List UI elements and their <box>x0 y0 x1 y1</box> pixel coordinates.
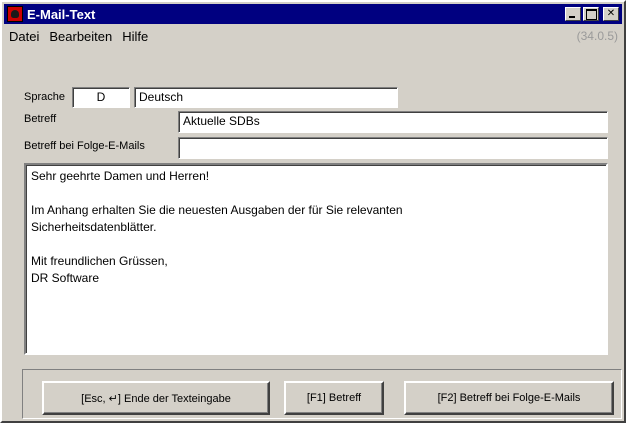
betreff-label: Betreff <box>24 113 57 125</box>
email-body-textarea[interactable]: Sehr geehrte Damen und Herren! Im Anhang… <box>24 163 608 355</box>
menu-datei[interactable]: Datei <box>4 29 44 44</box>
menu-bearbeiten[interactable]: Bearbeiten <box>44 29 117 44</box>
folge-betreff-button[interactable]: [F2] Betreff bei Folge-E-Mails <box>404 381 614 415</box>
sprache-name-field[interactable]: Deutsch <box>134 87 398 108</box>
body-line <box>31 185 601 202</box>
body-line: Sehr geehrte Damen und Herren! <box>31 169 210 183</box>
maximize-icon[interactable] <box>583 7 599 21</box>
end-text-input-button[interactable]: [Esc, ↵] Ende der Texteingabe <box>42 381 270 415</box>
app-skull-icon <box>7 6 23 22</box>
folge-betreff-label: Betreff bei Folge-E-Mails <box>24 140 145 152</box>
email-text-window: E-Mail-Text ✕ Datei Bearbeiten Hilfe (34… <box>0 0 626 423</box>
close-icon[interactable]: ✕ <box>603 7 619 21</box>
betreff-field[interactable]: Aktuelle SDBs <box>178 111 608 133</box>
menu-hilfe[interactable]: Hilfe <box>117 29 153 44</box>
folge-betreff-field[interactable] <box>178 137 608 159</box>
body-line <box>31 236 601 253</box>
body-line: Sicherheitsdatenblätter. <box>31 220 157 234</box>
body-line: Im Anhang erhalten Sie die neuesten Ausg… <box>31 203 403 217</box>
sprache-label: Sprache <box>24 91 65 103</box>
window-title: E-Mail-Text <box>27 6 96 22</box>
version-label: (34.0.5) <box>576 29 618 43</box>
sprache-code-field[interactable]: D <box>72 87 130 108</box>
minimize-icon[interactable] <box>565 7 581 21</box>
body-line: DR Software <box>31 271 100 285</box>
body-line: Mit freundlichen Grüssen, <box>31 254 168 268</box>
menu-bar: Datei Bearbeiten Hilfe (34.0.5) <box>4 26 622 46</box>
betreff-button[interactable]: [F1] Betreff <box>284 381 384 415</box>
window-controls: ✕ <box>565 7 619 21</box>
title-bar[interactable]: E-Mail-Text ✕ <box>4 4 622 24</box>
